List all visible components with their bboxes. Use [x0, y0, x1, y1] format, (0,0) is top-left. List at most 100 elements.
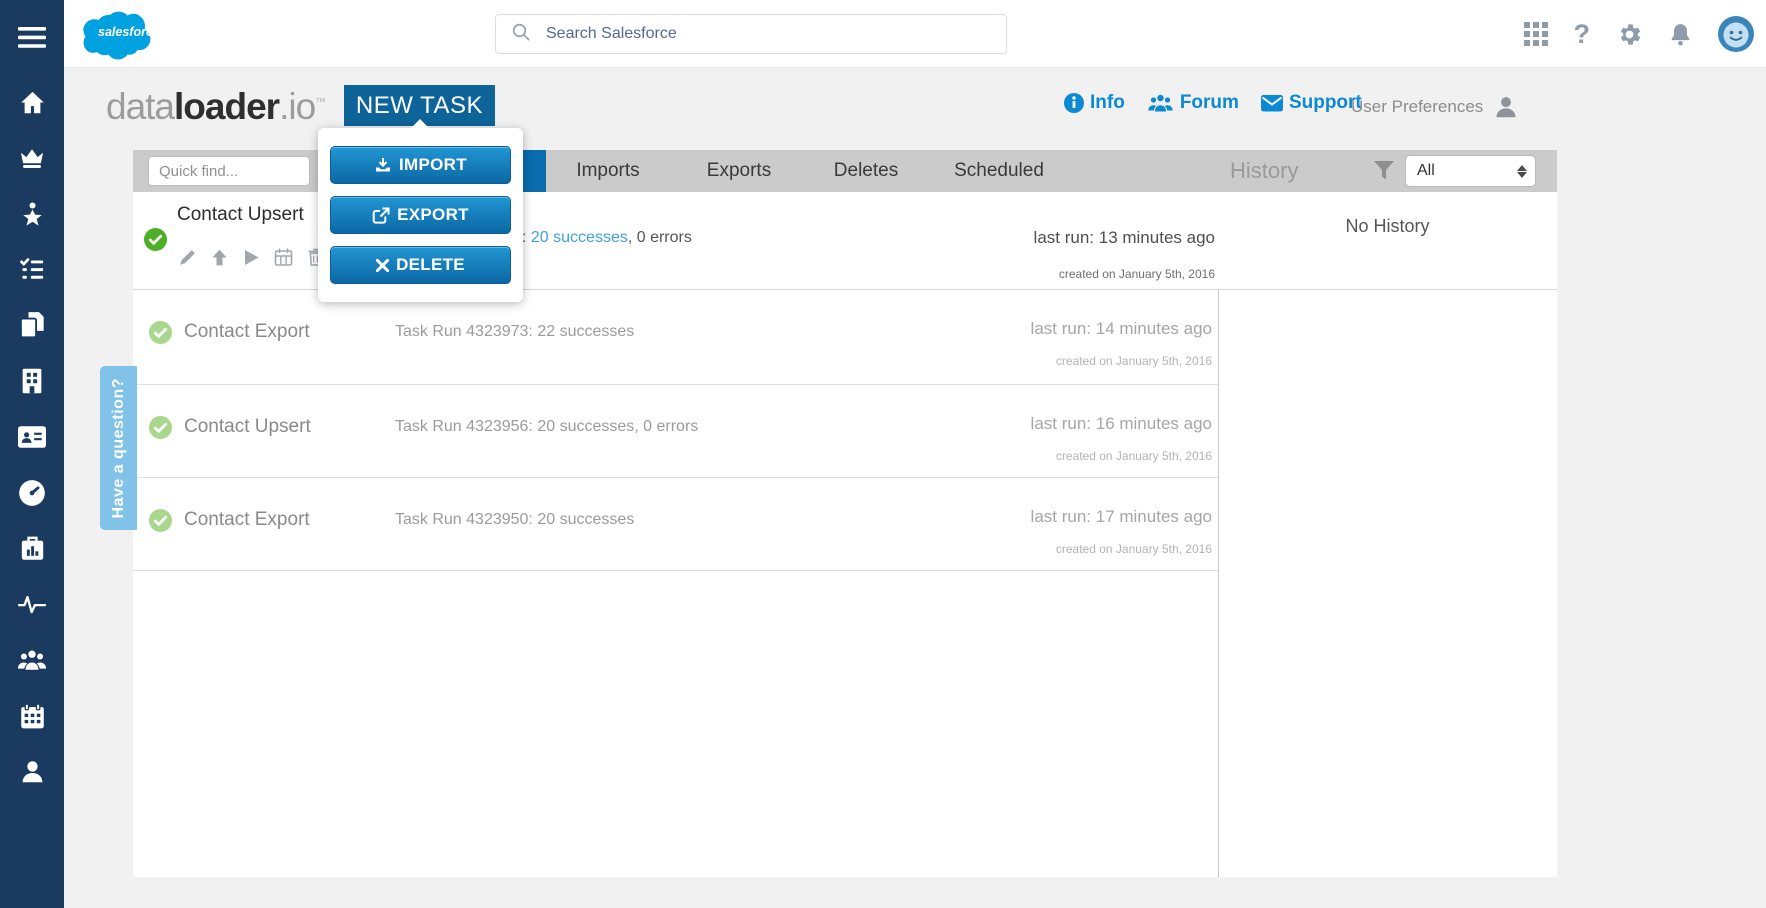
- profile-person-icon[interactable]: [0, 756, 64, 786]
- last-run-label: last run: 14 minutes ago: [1030, 319, 1212, 338]
- task-title: Contact Upsert: [177, 204, 304, 225]
- forum-people-icon: [1148, 94, 1173, 112]
- import-icon: [376, 158, 391, 172]
- task-row[interactable]: Contact Export Task Run 4323973: 22 succ…: [133, 290, 1218, 385]
- salesforce-logo: salesforce: [77, 6, 160, 67]
- created-label: created on January 5th, 2016: [1055, 449, 1212, 463]
- filter-funnel-icon[interactable]: [1373, 160, 1395, 186]
- sidebar: [0, 0, 64, 908]
- company-building-icon[interactable]: [0, 366, 64, 396]
- dashboard-gauge-icon[interactable]: [0, 478, 64, 508]
- export-icon: [372, 207, 390, 224]
- last-run-label: last run: 16 minutes ago: [1030, 414, 1212, 433]
- new-task-dropdown: IMPORT EXPORT DELETE: [318, 119, 523, 302]
- schedule-calendar-icon[interactable]: [273, 247, 294, 267]
- success-check-icon-light: [149, 509, 172, 537]
- avatar[interactable]: [1718, 16, 1754, 52]
- support-envelope-icon: [1260, 94, 1283, 111]
- task-run-summary: Task Run 4323956: 20 successes, 0 errors: [395, 418, 699, 435]
- dataloader-logo: dataloader.io™: [106, 86, 326, 128]
- logo-trademark: ™: [315, 96, 326, 109]
- created-label: created on January 5th, 2016: [1055, 542, 1212, 556]
- user-preferences-label: User Preferences: [1351, 97, 1484, 116]
- logo-part-loader: loader: [174, 86, 280, 127]
- tasks-checklist-icon[interactable]: [0, 254, 64, 284]
- home-icon[interactable]: [0, 87, 64, 117]
- copy-icon[interactable]: [0, 310, 64, 340]
- calendar-icon[interactable]: [0, 701, 64, 731]
- quick-find-input[interactable]: [148, 156, 310, 186]
- import-label: IMPORT: [399, 155, 467, 174]
- user-preferences[interactable]: User Preferences: [1351, 94, 1519, 120]
- salesforce-logo-text: salesforce: [98, 25, 157, 39]
- task-row[interactable]: Contact Export Task Run 4323950: 20 succ…: [133, 478, 1218, 571]
- community-people-icon[interactable]: [0, 645, 64, 675]
- created-label: created on January 5th, 2016: [1058, 267, 1215, 281]
- no-history-label: No History: [1345, 216, 1430, 236]
- support-link[interactable]: Support: [1260, 92, 1362, 114]
- app-root: salesforce ? dataloader.io: [0, 0, 1766, 908]
- export-button[interactable]: EXPORT: [330, 196, 511, 234]
- created-label: created on January 5th, 2016: [1055, 354, 1212, 368]
- success-check-icon-light: [149, 416, 172, 444]
- contacts-card-icon[interactable]: [0, 422, 64, 452]
- success-check-icon-light: [149, 321, 172, 349]
- global-search: [495, 14, 1007, 54]
- tab-scheduled[interactable]: Scheduled: [928, 150, 1070, 192]
- forum-link[interactable]: Forum: [1147, 92, 1239, 114]
- delete-button[interactable]: DELETE: [330, 246, 511, 284]
- notification-bell-icon[interactable]: [1669, 22, 1692, 47]
- task-run-summary: Task Run 4323950: 20 successes: [395, 511, 635, 528]
- success-check-icon: [144, 228, 167, 256]
- delete-label: DELETE: [396, 255, 465, 274]
- task-row-selected[interactable]: Contact Upsert : 20 successes, 0 errors …: [133, 192, 1218, 290]
- task-title: Contact Export: [184, 509, 310, 530]
- setup-gear-icon[interactable]: [1616, 21, 1643, 48]
- crown-icon[interactable]: [0, 143, 64, 173]
- last-run-label: last run: 13 minutes ago: [1033, 228, 1215, 247]
- info-icon: [1064, 93, 1084, 113]
- tab-deletes[interactable]: Deletes: [804, 150, 928, 192]
- reports-case-icon[interactable]: [0, 533, 64, 563]
- search-icon: [512, 23, 530, 46]
- tab-imports[interactable]: Imports: [542, 150, 674, 192]
- tab-exports[interactable]: Exports: [674, 150, 804, 192]
- history-panel-divider: [1218, 290, 1219, 877]
- menu-icon[interactable]: [0, 22, 64, 52]
- info-label: Info: [1090, 92, 1125, 113]
- task-run-errors: , 0 errors: [627, 229, 692, 246]
- user-person-icon: [1496, 97, 1516, 118]
- import-button[interactable]: IMPORT: [330, 146, 511, 184]
- successes-link[interactable]: 20 successes: [531, 229, 628, 246]
- history-section-label[interactable]: History: [1230, 150, 1298, 192]
- header-links: Info Forum Support: [1064, 92, 1362, 114]
- edit-pencil-icon[interactable]: [178, 248, 197, 267]
- activity-pulse-icon[interactable]: [0, 589, 64, 619]
- task-actions: [178, 247, 324, 267]
- star-figure-icon[interactable]: [0, 199, 64, 229]
- search-input[interactable]: [546, 25, 966, 43]
- task-row[interactable]: Contact Upsert Task Run 4323956: 20 succ…: [133, 385, 1218, 478]
- dropdown-caret: [410, 119, 430, 129]
- waffle-icon[interactable]: [1523, 22, 1548, 46]
- history-filter-select[interactable]: All: [1405, 155, 1536, 187]
- logo-part-io: .io: [279, 86, 316, 127]
- export-label: EXPORT: [397, 205, 469, 224]
- task-run-summary: : 20 successes, 0 errors: [522, 229, 692, 247]
- last-run-label: last run: 17 minutes ago: [1030, 507, 1212, 526]
- topbar: salesforce ?: [64, 0, 1766, 68]
- play-icon[interactable]: [242, 248, 260, 267]
- task-title: Contact Upsert: [184, 416, 311, 437]
- run-upload-icon[interactable]: [210, 248, 229, 267]
- delete-x-icon: [376, 258, 390, 272]
- have-a-question-label: Have a question?: [109, 377, 127, 519]
- info-link[interactable]: Info: [1064, 92, 1125, 114]
- help-icon[interactable]: ?: [1574, 20, 1591, 48]
- topbar-icon-cluster: ?: [1523, 0, 1754, 68]
- logo-part-data: data: [106, 86, 175, 127]
- history-filter-value: All: [1417, 162, 1435, 179]
- task-title: Contact Export: [184, 321, 310, 342]
- have-a-question-tab[interactable]: Have a question?: [100, 366, 137, 530]
- forum-label: Forum: [1179, 92, 1239, 113]
- task-run-summary: Task Run 4323973: 22 successes: [395, 323, 635, 340]
